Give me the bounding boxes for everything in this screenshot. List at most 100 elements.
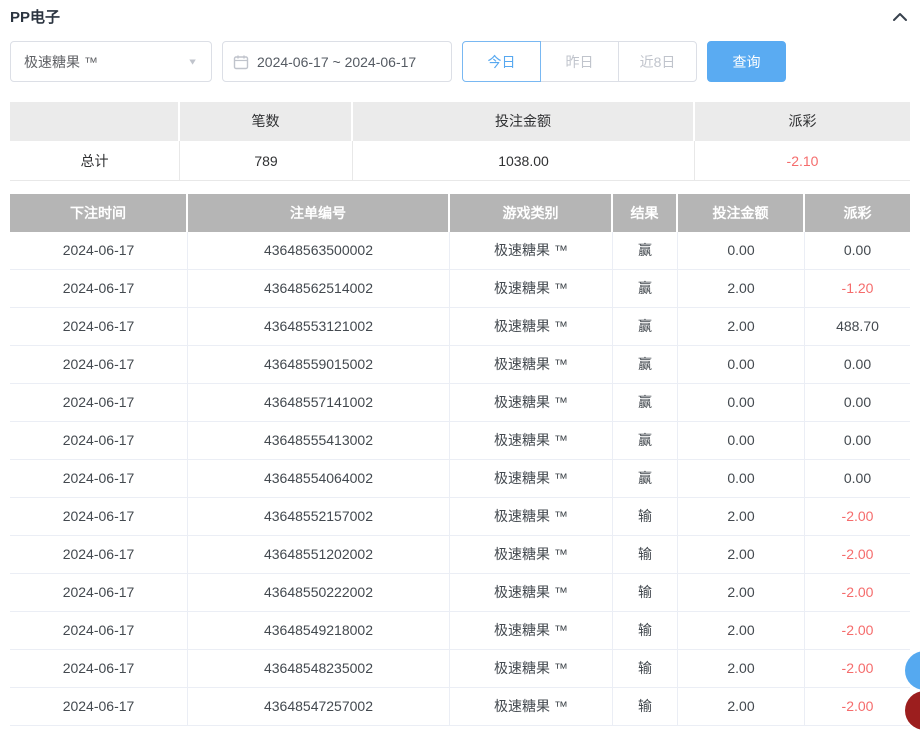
cell-payout: -1.20 <box>805 270 910 308</box>
date-range-picker[interactable]: 2024-06-17 ~ 2024-06-17 <box>222 41 452 82</box>
cell-result: 赢 <box>613 270 678 308</box>
table-row: 2024-06-17 43648555413002 极速糖果 ™ 赢 0.00 … <box>10 422 910 460</box>
date-range-value: 2024-06-17 ~ 2024-06-17 <box>257 54 416 70</box>
cell-result: 赢 <box>613 308 678 346</box>
cell-game-type: 极速糖果 ™ <box>450 422 613 460</box>
cell-bet-id: 43648548235002 <box>188 650 450 688</box>
cell-bet-id: 43648555413002 <box>188 422 450 460</box>
cell-result: 输 <box>613 498 678 536</box>
cell-bet-amount: 2.00 <box>678 688 805 726</box>
yesterday-button[interactable]: 昨日 <box>540 41 619 82</box>
cell-game-type: 极速糖果 ™ <box>450 460 613 498</box>
page-title: PP电子 <box>10 6 60 27</box>
table-row: 2024-06-17 43648547257002 极速糖果 ™ 输 2.00 … <box>10 688 910 726</box>
cell-bet-id: 43648559015002 <box>188 346 450 384</box>
summary-total-bet-amount: 1038.00 <box>353 141 695 181</box>
cell-result: 赢 <box>613 384 678 422</box>
collapse-panel-button[interactable] <box>890 8 910 26</box>
cell-bet-time: 2024-06-17 <box>10 460 188 498</box>
cell-result: 输 <box>613 574 678 612</box>
header-bet-time: 下注时间 <box>10 194 188 232</box>
cell-game-type: 极速糖果 ™ <box>450 384 613 422</box>
table-header-row: 下注时间 注单编号 游戏类别 结果 投注金额 派彩 <box>10 194 910 232</box>
summary-header-count: 笔数 <box>180 102 353 141</box>
quick-date-group: 今日 昨日 近8日 <box>462 41 697 82</box>
today-button[interactable]: 今日 <box>462 41 541 82</box>
table-row: 2024-06-17 43648551202002 极速糖果 ™ 输 2.00 … <box>10 536 910 574</box>
cell-bet-time: 2024-06-17 <box>10 688 188 726</box>
header-payout: 派彩 <box>805 194 910 232</box>
cell-payout: 0.00 <box>805 232 910 270</box>
cell-game-type: 极速糖果 ™ <box>450 308 613 346</box>
cell-payout: -2.00 <box>805 574 910 612</box>
cell-bet-id: 43648550222002 <box>188 574 450 612</box>
cell-bet-time: 2024-06-17 <box>10 384 188 422</box>
filter-row: 极速糖果 ™ ▼ 2024-06-17 ~ 2024-06-17 今日 昨日 近… <box>10 41 910 82</box>
cell-result: 输 <box>613 612 678 650</box>
summary-total-label: 总计 <box>10 141 180 181</box>
bet-records-table: 下注时间 注单编号 游戏类别 结果 投注金额 派彩 2024-06-17 436… <box>10 194 910 726</box>
table-row: 2024-06-17 43648554064002 极速糖果 ™ 赢 0.00 … <box>10 460 910 498</box>
cell-result: 赢 <box>613 460 678 498</box>
table-row: 2024-06-17 43648557141002 极速糖果 ™ 赢 0.00 … <box>10 384 910 422</box>
cell-bet-id: 43648557141002 <box>188 384 450 422</box>
summary-table: 笔数 投注金额 派彩 总计 789 1038.00 -2.10 <box>10 102 910 181</box>
cell-payout: 488.70 <box>805 308 910 346</box>
cell-payout: -2.00 <box>805 498 910 536</box>
calendar-icon <box>233 54 249 70</box>
cell-bet-amount: 2.00 <box>678 574 805 612</box>
cell-bet-time: 2024-06-17 <box>10 498 188 536</box>
cell-payout: 0.00 <box>805 422 910 460</box>
cell-payout: 0.00 <box>805 346 910 384</box>
header-bet-id: 注单编号 <box>188 194 450 232</box>
cell-result: 输 <box>613 536 678 574</box>
cell-bet-amount: 2.00 <box>678 650 805 688</box>
cell-bet-id: 43648554064002 <box>188 460 450 498</box>
table-row: 2024-06-17 43648549218002 极速糖果 ™ 输 2.00 … <box>10 612 910 650</box>
game-select[interactable]: 极速糖果 ™ ▼ <box>10 41 212 82</box>
summary-total-row: 总计 789 1038.00 -2.10 <box>10 141 910 181</box>
summary-header-payout: 派彩 <box>695 102 910 141</box>
cell-bet-time: 2024-06-17 <box>10 422 188 460</box>
table-row: 2024-06-17 43648552157002 极速糖果 ™ 输 2.00 … <box>10 498 910 536</box>
pp-electronic-panel: PP电子 极速糖果 ™ ▼ 2024-06-17 ~ 2024-06-17 今日… <box>0 0 920 726</box>
cell-bet-time: 2024-06-17 <box>10 650 188 688</box>
cell-bet-id: 43648562514002 <box>188 270 450 308</box>
cell-game-type: 极速糖果 ™ <box>450 574 613 612</box>
cell-game-type: 极速糖果 ™ <box>450 612 613 650</box>
summary-header-bet-amount: 投注金额 <box>353 102 695 141</box>
summary-header-row: 笔数 投注金额 派彩 <box>10 102 910 141</box>
cell-bet-amount: 0.00 <box>678 232 805 270</box>
summary-total-payout: -2.10 <box>695 141 910 181</box>
cell-result: 输 <box>613 650 678 688</box>
last-8-days-button[interactable]: 近8日 <box>618 41 697 82</box>
panel-header: PP电子 <box>10 0 910 26</box>
table-row: 2024-06-17 43648553121002 极速糖果 ™ 赢 2.00 … <box>10 308 910 346</box>
cell-result: 赢 <box>613 422 678 460</box>
header-result: 结果 <box>613 194 678 232</box>
cell-game-type: 极速糖果 ™ <box>450 536 613 574</box>
summary-header-blank <box>10 102 180 141</box>
cell-bet-amount: 2.00 <box>678 270 805 308</box>
table-row: 2024-06-17 43648548235002 极速糖果 ™ 输 2.00 … <box>10 650 910 688</box>
cell-bet-time: 2024-06-17 <box>10 346 188 384</box>
cell-bet-time: 2024-06-17 <box>10 574 188 612</box>
summary-total-count: 789 <box>180 141 353 181</box>
query-button[interactable]: 查询 <box>707 41 786 82</box>
cell-payout: 0.00 <box>805 384 910 422</box>
cell-bet-time: 2024-06-17 <box>10 308 188 346</box>
cell-bet-amount: 0.00 <box>678 384 805 422</box>
cell-bet-time: 2024-06-17 <box>10 232 188 270</box>
table-body: 2024-06-17 43648563500002 极速糖果 ™ 赢 0.00 … <box>10 232 910 726</box>
table-row: 2024-06-17 43648562514002 极速糖果 ™ 赢 2.00 … <box>10 270 910 308</box>
cell-bet-id: 43648563500002 <box>188 232 450 270</box>
cell-bet-amount: 0.00 <box>678 346 805 384</box>
cell-payout: 0.00 <box>805 460 910 498</box>
cell-bet-id: 43648549218002 <box>188 612 450 650</box>
cell-payout: -2.00 <box>805 612 910 650</box>
cell-game-type: 极速糖果 ™ <box>450 270 613 308</box>
cell-bet-amount: 0.00 <box>678 422 805 460</box>
table-row: 2024-06-17 43648559015002 极速糖果 ™ 赢 0.00 … <box>10 346 910 384</box>
table-row: 2024-06-17 43648563500002 极速糖果 ™ 赢 0.00 … <box>10 232 910 270</box>
cell-game-type: 极速糖果 ™ <box>450 232 613 270</box>
